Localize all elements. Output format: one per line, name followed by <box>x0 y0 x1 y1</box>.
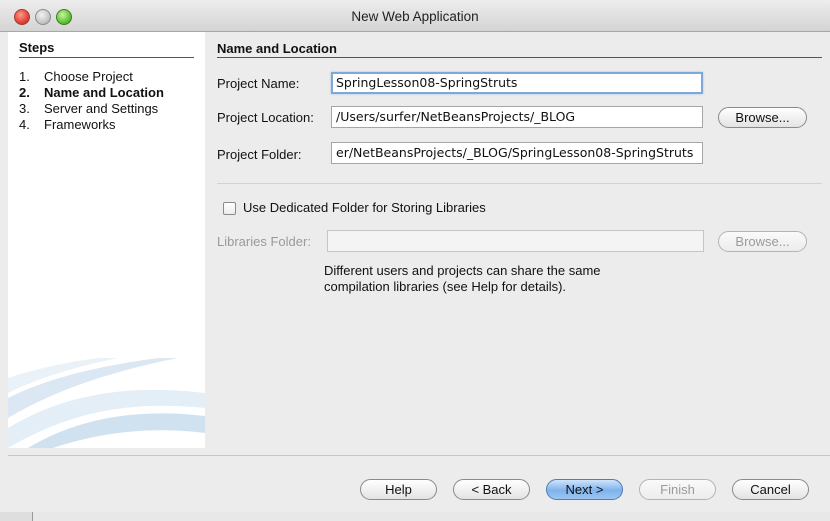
project-name-input[interactable]: SpringLesson08-SpringStruts <box>331 72 703 94</box>
libraries-folder-label: Libraries Folder: <box>217 234 311 249</box>
project-location-browse-button[interactable]: Browse... <box>718 107 807 128</box>
libraries-folder-input[interactable] <box>327 230 704 252</box>
project-folder-field[interactable]: er/NetBeansProjects/_BLOG/SpringLesson08… <box>331 142 703 164</box>
section-separator <box>217 183 822 184</box>
libraries-help-note-line-1: Different users and projects can share t… <box>324 263 601 278</box>
background-window-strip <box>0 512 830 521</box>
name-and-location-panel: Name and Location Project Name: SpringLe… <box>205 32 830 448</box>
project-location-label: Project Location: <box>217 110 314 125</box>
dialog-footer: Help < Back Next > Finish Cancel <box>0 448 830 512</box>
dedicated-folder-checkbox-label[interactable]: Use Dedicated Folder for Storing Librari… <box>243 200 486 215</box>
cancel-button[interactable]: Cancel <box>732 479 809 500</box>
finish-button[interactable]: Finish <box>639 479 716 500</box>
dedicated-folder-checkbox[interactable] <box>223 202 236 215</box>
steps-heading: Steps <box>19 40 55 55</box>
steps-panel: Steps 1. Choose Project 2. Name and Locati… <box>8 32 205 448</box>
step-item-server-and-settings: 3. Server and Settings <box>19 101 159 116</box>
step-item-choose-project: 1. Choose Project <box>19 69 133 84</box>
background-window-tab <box>0 512 33 521</box>
steps-divider <box>19 57 194 58</box>
steps-list: 1. Choose Project 2. Name and Location 3. S… <box>19 69 164 133</box>
panel-heading: Name and Location <box>217 41 337 56</box>
dialog-window: New Web Application Steps 1. Choose Proje… <box>0 0 830 513</box>
window-title: New Web Application <box>351 9 479 24</box>
project-folder-label: Project Folder: <box>217 147 302 162</box>
project-name-label: Project Name: <box>217 76 300 91</box>
next-button[interactable]: Next > <box>546 479 623 500</box>
libraries-folder-browse-button[interactable]: Browse... <box>718 231 807 252</box>
back-button[interactable]: < Back <box>453 479 530 500</box>
step-item-frameworks: 4. Frameworks <box>19 117 116 132</box>
footer-divider <box>8 455 830 456</box>
netbeans-swoosh-decoration <box>8 358 205 448</box>
project-folder-value: er/NetBeansProjects/_BLOG/SpringLesson08… <box>336 145 694 160</box>
help-button[interactable]: Help <box>360 479 437 500</box>
title-bar: New Web Application <box>0 0 830 32</box>
libraries-help-note: Different users and projects can share t… <box>324 263 601 295</box>
step-item-name-and-location: 2. Name and Location <box>19 85 164 100</box>
project-location-input[interactable]: /Users/surfer/NetBeansProjects/_BLOG <box>331 106 703 128</box>
panel-divider <box>217 57 822 58</box>
libraries-help-note-line-2: compilation libraries (see Help for deta… <box>324 279 567 294</box>
